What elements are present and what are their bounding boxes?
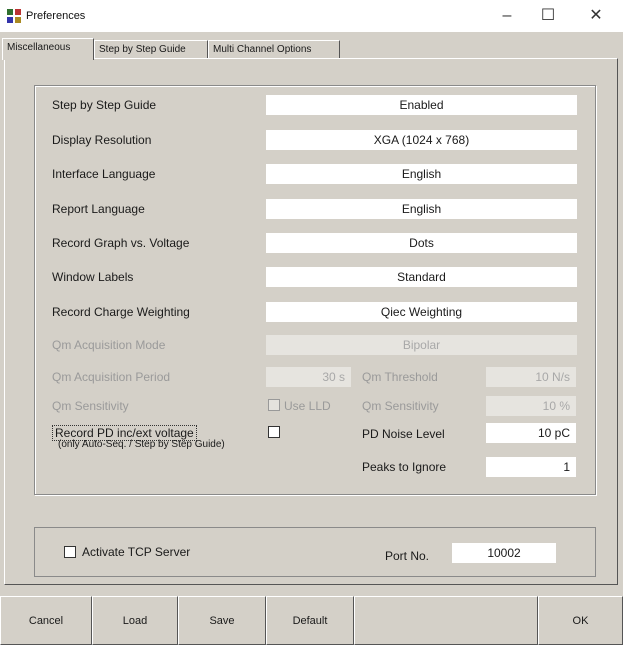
record-pd-note: (only Auto-Seq. / Step by Step Guide) [58,439,225,450]
display-resolution-select[interactable]: XGA (1024 x 768) [266,130,577,150]
setting-label-report-language: Report Language [52,202,145,216]
record-pd-checkbox[interactable] [268,426,280,438]
minimize-button[interactable]: – [485,4,529,28]
pd-noise-level-label: PD Noise Level [362,427,445,441]
setting-label-record-graph: Record Graph vs. Voltage [52,236,190,250]
setting-label-step-guide: Step by Step Guide [52,98,157,112]
qm-threshold-field: 10 N/s [486,367,576,387]
load-button[interactable]: Load [92,596,178,645]
save-button[interactable]: Save [178,596,266,645]
activate-tcp-checkbox[interactable] [64,546,76,558]
interface-language-select[interactable]: English [266,164,577,184]
tab-multi-channel-options[interactable]: Multi Channel Options [208,40,340,58]
qm-period-label: Qm Acquisition Period [52,370,171,384]
use-lld-label: Use LLD [284,399,331,413]
charge-weighting-select[interactable]: Qiec Weighting [266,302,577,322]
window-title: Preferences [26,10,86,22]
ok-button[interactable]: OK [538,596,623,645]
cancel-button[interactable]: Cancel [0,596,92,645]
maximize-button[interactable]: ☐ [526,4,570,28]
setting-label-charge-weighting: Record Charge Weighting [52,305,190,319]
button-bar: Cancel Load Save Default OK [0,596,623,645]
step-guide-select[interactable]: Enabled [266,95,577,115]
port-number-label: Port No. [385,549,430,563]
peaks-to-ignore-label: Peaks to Ignore [362,460,447,474]
qm-sensitivity2-label: Qm Sensitivity [362,399,439,413]
qm-sensitivity-field: 10 % [486,396,576,416]
qm-period-field: 30 s [266,367,351,387]
port-number-field[interactable]: 10002 [452,543,556,563]
report-language-select[interactable]: English [266,199,577,219]
setting-label-window-labels: Window Labels [52,270,134,284]
setting-label-display-resolution: Display Resolution [52,133,152,147]
use-lld-checkbox [268,399,280,411]
preferences-window: Preferences – ☐ ✕ Miscellaneous Step by … [0,0,623,645]
tab-step-by-step-guide[interactable]: Step by Step Guide [94,40,208,58]
qm-threshold-label: Qm Threshold [362,370,438,384]
close-button[interactable]: ✕ [574,4,618,28]
qm-sensitivity-label: Qm Sensitivity [52,399,129,413]
tab-miscellaneous[interactable]: Miscellaneous [2,38,94,60]
button-spacer [354,596,538,645]
setting-label-qm-acquisition-mode: Qm Acquisition Mode [52,338,166,352]
default-button[interactable]: Default [266,596,354,645]
activate-tcp-label: Activate TCP Server [82,545,191,559]
qm-acquisition-mode-select: Bipolar [266,335,577,355]
title-bar: Preferences – ☐ ✕ [0,0,623,32]
record-graph-select[interactable]: Dots [266,233,577,253]
setting-label-interface-language: Interface Language [52,167,156,181]
window-labels-select[interactable]: Standard [266,267,577,287]
app-icon [7,9,21,23]
pd-noise-level-field[interactable]: 10 pC [486,423,576,443]
peaks-to-ignore-field[interactable]: 1 [486,457,576,477]
